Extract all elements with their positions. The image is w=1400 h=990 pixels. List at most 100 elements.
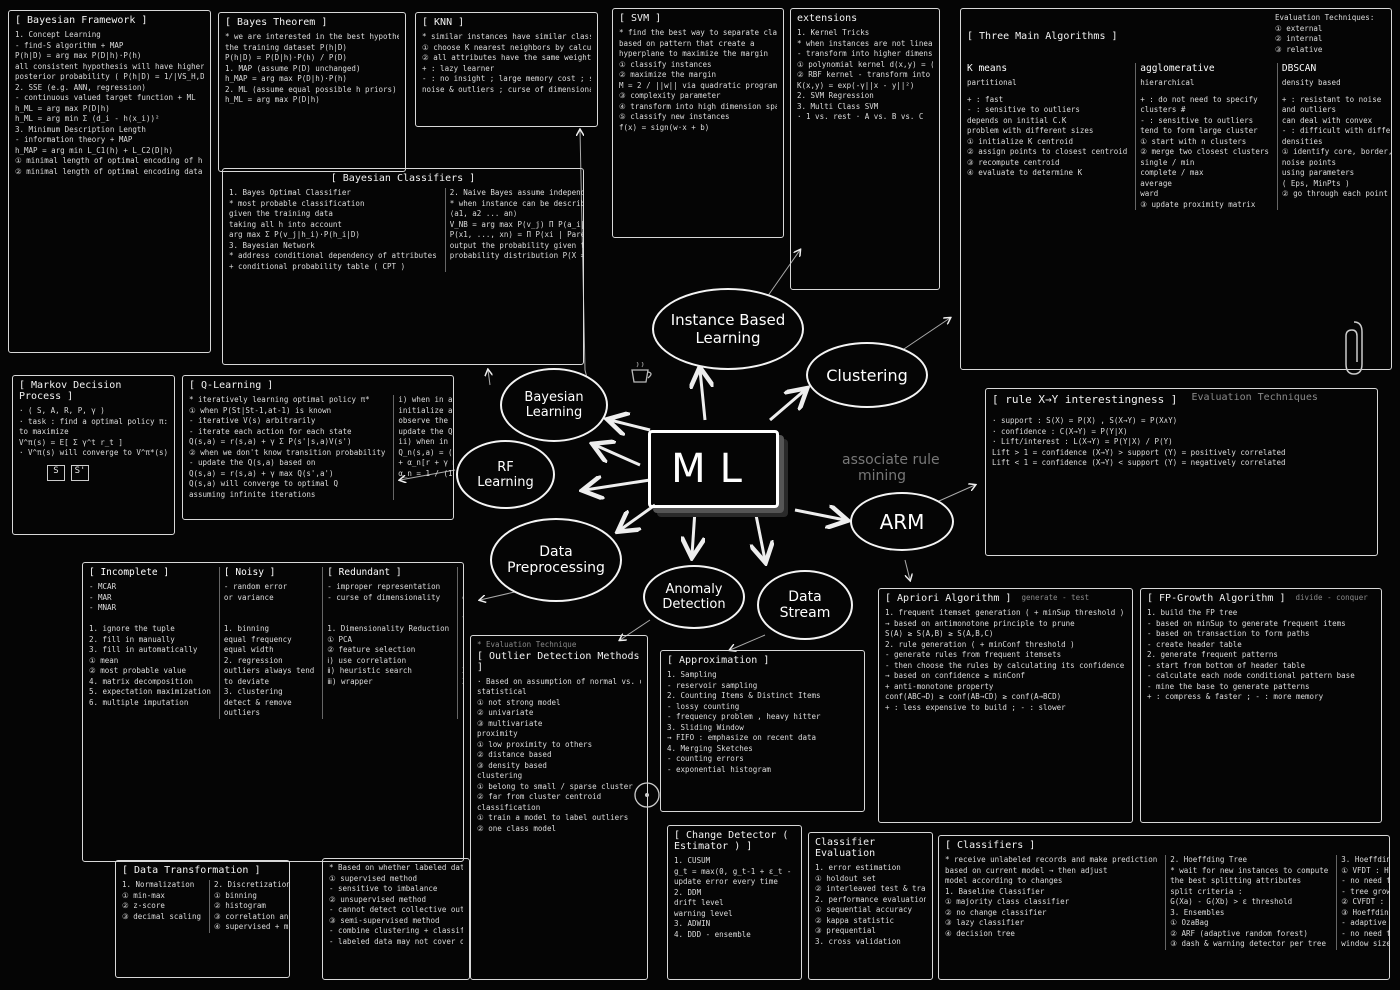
arrow-to-arm bbox=[794, 510, 845, 520]
text-line: - labeled data may not cover outliers bbox=[329, 936, 463, 946]
list-item: single / min bbox=[1140, 157, 1195, 167]
text-line: - iterative V(s) arbitrarily bbox=[189, 416, 316, 425]
column-header: DBSCAN bbox=[1281, 63, 1317, 74]
panel-title: [ rule X→Y interestingness ] bbox=[992, 393, 1178, 406]
text-line: ③ semi-supervised method bbox=[329, 915, 440, 925]
list-item: outliers always tend bbox=[223, 666, 315, 675]
bayes-theorem-panel: [ Bayes Theorem ] * we are interested in… bbox=[218, 12, 406, 172]
text-line: - iterate each action for each state bbox=[189, 426, 352, 436]
text-line: ④ supervised + merge bbox=[213, 922, 289, 931]
text-line: ① min-max bbox=[122, 890, 165, 900]
text-line: · 1 vs. rest · A vs. B vs. C bbox=[797, 112, 924, 121]
text-line: - sensitive to imbalance bbox=[329, 884, 438, 893]
text-line: window size bbox=[1341, 939, 1390, 948]
panel-title: Classifier Evaluation bbox=[815, 837, 876, 859]
text-line: G(Xa) - G(Xb) > ε threshold bbox=[1170, 897, 1293, 906]
list-item: - : sensitive to outliers bbox=[1140, 115, 1254, 125]
text-line: + : lazy learner bbox=[422, 63, 495, 73]
text-line: - no need to know the bbox=[1341, 928, 1389, 938]
text-line: ③ dash & warning detector per tree bbox=[1170, 939, 1326, 948]
text-line: Lift > 1 = confidence (X→Y) > support (Y… bbox=[992, 447, 1286, 457]
list-item: ③ recompute centroid bbox=[967, 157, 1060, 167]
list-item: can deal with convex bbox=[1281, 115, 1373, 125]
state-s-prime: S' bbox=[71, 464, 89, 481]
text-line: update the Q(s,a) bbox=[398, 426, 453, 436]
text-line: P(x1, ..., xn) = Π P(xi | Parents(xi)) bbox=[449, 230, 583, 239]
arrow-to-instance bbox=[700, 370, 705, 421]
list-item: - undersampling majority bbox=[462, 645, 463, 656]
text-line: + α_n[r + γ max Q_n-1(s',a')] bbox=[398, 458, 453, 467]
text-line: classification bbox=[477, 802, 541, 812]
list-item bbox=[224, 614, 314, 625]
text-line: - : no insight ; large memory cost ; sen… bbox=[422, 74, 591, 83]
node-arm[interactable]: ARM bbox=[850, 492, 954, 551]
arrow-to-anomaly bbox=[692, 509, 695, 555]
node-rf-learning[interactable]: RF Learning bbox=[456, 440, 555, 509]
text-line: - tree grow slowly bbox=[1341, 886, 1390, 896]
text-line: ② ARF (adaptive random forest) bbox=[1170, 928, 1308, 938]
list-item: ① mean bbox=[89, 655, 119, 665]
outlier-detection-panel: * Evaluation Technique [ Outlier Detecti… bbox=[470, 635, 648, 980]
text-line: all consistent hypothesis will have high… bbox=[15, 61, 204, 71]
list-item bbox=[327, 603, 449, 614]
list-item: detect & remove bbox=[223, 697, 292, 707]
text-line: - calculate each node conditional patter… bbox=[1147, 671, 1355, 680]
change-detector-panel: [ Change Detector ( Estimator ) ] 1. CUS… bbox=[667, 825, 802, 980]
list-item: problem with different sizes bbox=[967, 126, 1094, 135]
list-item: 3. fill in automatically bbox=[89, 645, 198, 654]
text-line: · task : find a optimal policy π: S→A bbox=[19, 416, 168, 426]
text-line: ③ multivariate bbox=[477, 718, 543, 728]
text-line: · support : S(X) = P(X) , S(X→Y) = P(X∧Y… bbox=[992, 416, 1178, 425]
list-item: of accuracy bbox=[462, 593, 463, 604]
panel-title: [ Approximation ] bbox=[667, 655, 770, 666]
node-anomaly-detection[interactable]: Anomaly Detection bbox=[643, 565, 745, 629]
text-line: 2. rule generation ( + minConf threshold… bbox=[885, 639, 1075, 649]
list-item: and outliers bbox=[1281, 105, 1337, 114]
text-line: 1. MAP (assume P(D) unchanged) bbox=[225, 63, 361, 73]
text-line: based on pattern that create a bbox=[619, 38, 755, 48]
node-clustering[interactable]: Clustering bbox=[806, 342, 928, 408]
node-instance-based-learning[interactable]: Instance Based Learning bbox=[652, 288, 804, 370]
text-line: P(h|D) = arg max P(D|h)·P(h) bbox=[15, 51, 142, 60]
node-bayesian-learning[interactable]: Bayesian Learning bbox=[500, 368, 608, 442]
q-learning-panel: [ Q-Learning ] * iteratively learning op… bbox=[182, 375, 454, 520]
text-line: + conditional probability table ( CPT ) bbox=[229, 261, 406, 271]
text-line: statistical bbox=[477, 687, 527, 696]
text-line: - based on minSup to generate frequent i… bbox=[1147, 618, 1346, 628]
text-line: · confidence : C(X→Y) = P(Y|X) bbox=[992, 426, 1128, 436]
panel-title: [ Classifiers ] bbox=[945, 840, 1036, 851]
ml-center-node[interactable]: ML bbox=[648, 430, 779, 508]
list-item: + : fast bbox=[967, 94, 1004, 104]
text-line: * we are interested in the best hypothes… bbox=[225, 32, 399, 41]
text-line: - generate rules from frequent itemsets bbox=[885, 650, 1062, 659]
text-line: - counting errors bbox=[667, 754, 744, 763]
text-line: ② one class model bbox=[477, 823, 556, 833]
text-line: ① VFDT : HT + tie break bbox=[1341, 865, 1389, 875]
approximation-panel: [ Approximation ] 1. Sampling - reservoi… bbox=[660, 650, 865, 812]
text-line: ① sequential accuracy bbox=[815, 905, 913, 914]
node-data-preprocessing[interactable]: Data Preprocessing bbox=[490, 518, 622, 602]
text-line: noise & outliers ; curse of dimensionali… bbox=[422, 84, 591, 94]
text-line: proximity bbox=[477, 729, 518, 738]
text-line: + anti-monotone property bbox=[885, 681, 994, 691]
text-line: Q(s,a) = r(s,a) + γ Σ P(s'|s,a)V(s') bbox=[189, 437, 352, 446]
list-item: ⅱ) heuristic search bbox=[327, 666, 412, 675]
text-line: - based on transaction to form paths bbox=[1147, 629, 1310, 638]
list-item: outliers bbox=[223, 708, 261, 717]
text-line: - start from bottom of header table bbox=[1147, 660, 1306, 670]
node-data-stream[interactable]: Data Stream bbox=[757, 570, 853, 640]
text-line: 3. Ensembles bbox=[1170, 907, 1225, 917]
list-item: 3. clustering bbox=[223, 687, 283, 696]
table-column: K means partitional + : fast - : sensitive … bbox=[967, 63, 1127, 210]
knn-panel: [ KNN ] * similar instances have similar… bbox=[415, 12, 598, 127]
text-line: ④ transform into high dimension space bbox=[619, 101, 777, 111]
list-item: - MCAR bbox=[89, 582, 117, 591]
arrow-to-bayesian bbox=[610, 420, 651, 430]
text-line: ② internal bbox=[1275, 34, 1323, 43]
text-line: 1. CUSUM bbox=[674, 856, 711, 865]
text-line: 1. Baseline Classifier bbox=[945, 886, 1045, 896]
text-line: 2. Naive Bayes assume independency bbox=[449, 188, 583, 197]
list-item: 5. expectation maximization bbox=[89, 687, 211, 696]
text-line: α_n = 1 / (1 + visits_n(s,a)) bbox=[398, 468, 453, 478]
panel-title: [ Change Detector ( Estimator ) ] bbox=[674, 830, 789, 852]
